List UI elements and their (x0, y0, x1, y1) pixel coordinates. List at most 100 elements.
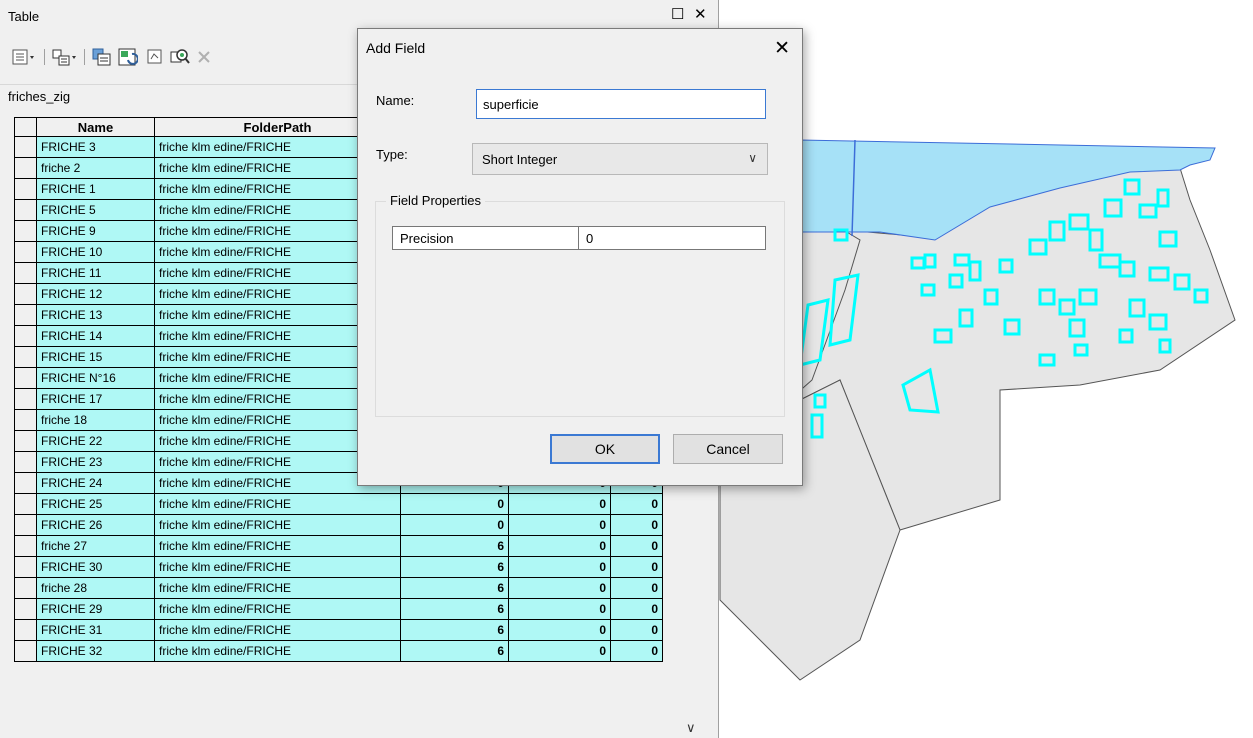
field-properties-grid[interactable]: Precision 0 (392, 226, 766, 250)
layer-tab[interactable]: friches_zig (8, 89, 70, 104)
related-tables-icon[interactable] (52, 46, 78, 68)
select-by-attributes-icon[interactable] (92, 46, 112, 68)
field-name-input[interactable] (476, 89, 766, 119)
cell-name: FRICHE 1 (36, 178, 155, 200)
field-type-select[interactable]: Short Integer ∨ (472, 143, 768, 175)
cell-col3: 6 (400, 535, 509, 557)
dialog-close-icon[interactable]: ✕ (774, 37, 790, 60)
close-icon[interactable]: ✕ (694, 7, 707, 22)
property-value[interactable]: 0 (579, 227, 765, 249)
table-options-icon[interactable] (12, 46, 36, 68)
cell-name: FRICHE 30 (36, 556, 155, 578)
ok-button[interactable]: OK (550, 434, 660, 464)
row-selector[interactable] (14, 514, 37, 536)
table-row[interactable]: FRICHE 26 friche klm edine/FRICHE 0 0 0 (14, 514, 663, 536)
cell-col3: 6 (400, 598, 509, 620)
cell-col4: 0 (508, 577, 611, 599)
row-selector[interactable] (14, 451, 37, 473)
cell-name: friche 2 (36, 157, 155, 179)
clear-selection-icon[interactable] (146, 46, 164, 68)
cell-folderpath: friche klm edine/FRICHE (154, 556, 401, 578)
cell-col4: 0 (508, 514, 611, 536)
row-selector[interactable] (14, 409, 37, 431)
table-row[interactable]: friche 28 friche klm edine/FRICHE 6 0 0 (14, 577, 663, 599)
cell-name: FRICHE 15 (36, 346, 155, 368)
row-selector[interactable] (14, 283, 37, 305)
table-row[interactable]: FRICHE 29 friche klm edine/FRICHE 6 0 0 (14, 598, 663, 620)
cell-col4: 0 (508, 535, 611, 557)
field-properties-title: Field Properties (386, 193, 486, 208)
scroll-down-icon[interactable]: ∨ (686, 720, 696, 736)
row-selector[interactable] (14, 388, 37, 410)
table-row[interactable]: friche 27 friche klm edine/FRICHE 6 0 0 (14, 535, 663, 557)
cell-name: FRICHE 12 (36, 283, 155, 305)
row-selector[interactable] (14, 598, 37, 620)
table-row[interactable]: FRICHE 31 friche klm edine/FRICHE 6 0 0 (14, 619, 663, 641)
cell-folderpath: friche klm edine/FRICHE (154, 514, 401, 536)
delete-selected-icon[interactable] (196, 46, 212, 68)
add-field-dialog: Add Field ✕ Name: Type: Short Integer ∨ … (357, 28, 803, 486)
chevron-down-icon: ∨ (748, 151, 757, 165)
cell-name: FRICHE 25 (36, 493, 155, 515)
cell-name: friche 27 (36, 535, 155, 557)
cell-col5: 0 (610, 577, 663, 599)
cell-name: FRICHE 26 (36, 514, 155, 536)
row-selector-header[interactable] (14, 117, 37, 137)
row-selector[interactable] (14, 430, 37, 452)
switch-selection-icon[interactable] (118, 46, 138, 68)
cell-name: FRICHE 3 (36, 136, 155, 158)
row-selector[interactable] (14, 535, 37, 557)
cell-name: FRICHE 23 (36, 451, 155, 473)
cell-name: FRICHE 17 (36, 388, 155, 410)
row-selector[interactable] (14, 367, 37, 389)
cell-folderpath: friche klm edine/FRICHE (154, 493, 401, 515)
cancel-button[interactable]: Cancel (673, 434, 783, 464)
cell-name: FRICHE 29 (36, 598, 155, 620)
table-row[interactable]: FRICHE 32 friche klm edine/FRICHE 6 0 0 (14, 640, 663, 662)
cell-name: FRICHE 31 (36, 619, 155, 641)
cell-col4: 0 (508, 640, 611, 662)
cell-col5: 0 (610, 535, 663, 557)
cell-col4: 0 (508, 556, 611, 578)
cell-col3: 6 (400, 556, 509, 578)
cell-col3: 6 (400, 640, 509, 662)
row-selector[interactable] (14, 241, 37, 263)
cell-name: FRICHE 22 (36, 430, 155, 452)
cell-name: FRICHE N°16 (36, 367, 155, 389)
row-selector[interactable] (14, 619, 37, 641)
row-selector[interactable] (14, 346, 37, 368)
row-selector[interactable] (14, 262, 37, 284)
cell-col4: 0 (508, 493, 611, 515)
row-selector[interactable] (14, 199, 37, 221)
row-selector[interactable] (14, 304, 37, 326)
cell-name: FRICHE 9 (36, 220, 155, 242)
table-row[interactable]: FRICHE 30 friche klm edine/FRICHE 6 0 0 (14, 556, 663, 578)
row-selector[interactable] (14, 472, 37, 494)
type-label: Type: (376, 147, 408, 162)
cell-col3: 0 (400, 493, 509, 515)
row-selector[interactable] (14, 325, 37, 347)
cell-name: FRICHE 14 (36, 325, 155, 347)
row-selector[interactable] (14, 577, 37, 599)
maximize-icon[interactable]: ☐ (671, 7, 684, 22)
cell-col5: 0 (610, 598, 663, 620)
cell-col5: 0 (610, 493, 663, 515)
cell-folderpath: friche klm edine/FRICHE (154, 535, 401, 557)
row-selector[interactable] (14, 157, 37, 179)
cell-name: friche 18 (36, 409, 155, 431)
row-selector[interactable] (14, 136, 37, 158)
table-row[interactable]: FRICHE 25 friche klm edine/FRICHE 0 0 0 (14, 493, 663, 515)
column-header-name[interactable]: Name (36, 117, 155, 137)
row-selector[interactable] (14, 640, 37, 662)
row-selector[interactable] (14, 220, 37, 242)
dialog-title: Add Field (366, 40, 426, 56)
cell-name: FRICHE 10 (36, 241, 155, 263)
row-selector[interactable] (14, 493, 37, 515)
cell-folderpath: friche klm edine/FRICHE (154, 619, 401, 641)
cell-col5: 0 (610, 514, 663, 536)
row-selector[interactable] (14, 178, 37, 200)
row-selector[interactable] (14, 556, 37, 578)
cell-name: FRICHE 13 (36, 304, 155, 326)
zoom-to-selected-icon[interactable] (170, 46, 190, 68)
cell-name: FRICHE 5 (36, 199, 155, 221)
